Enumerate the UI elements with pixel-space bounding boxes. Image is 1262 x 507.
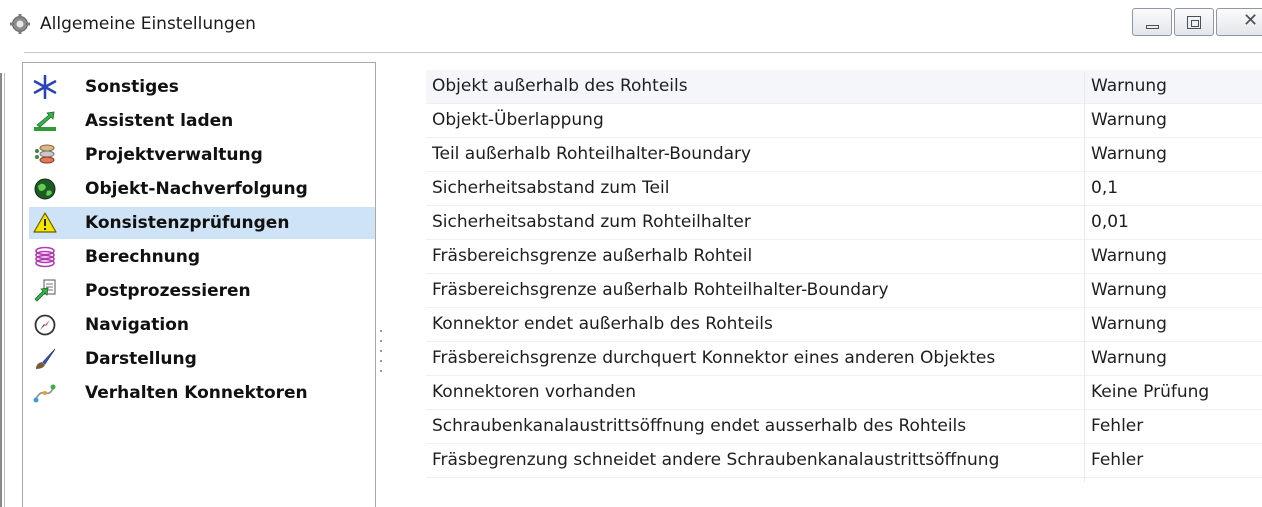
property-name: Sicherheitsabstand zum Teil: [432, 178, 670, 198]
sidebar-item-label: Verhalten Konnektoren: [85, 383, 308, 403]
property-name: Schraubenkanalaustrittsöffnung endet aus…: [432, 416, 967, 436]
property-value[interactable]: 0,1: [1091, 178, 1118, 198]
property-name: Fräsbereichsgrenze durchquert Konnektor …: [432, 348, 996, 368]
property-row[interactable]: Objekt außerhalb des Rohteils Warnung: [426, 70, 1262, 104]
sidebar-item-label: Berechnung: [85, 247, 201, 267]
property-row[interactable]: Konnektor endet außerhalb des Rohteils W…: [426, 308, 1262, 342]
sidebar-item-label: Darstellung: [85, 349, 197, 369]
property-value[interactable]: Warnung: [1091, 280, 1167, 300]
property-row[interactable]: Fräsbegrenzung schneidet andere Schraube…: [426, 444, 1262, 478]
sidebar-item-label: Postprozessieren: [85, 281, 251, 301]
minimize-icon: [1146, 25, 1159, 29]
connector-icon: [33, 384, 56, 403]
property-value[interactable]: Warnung: [1091, 144, 1167, 164]
sidebar-item-objekt-nachverfolgung[interactable]: Objekt-Nachverfolgung: [29, 173, 375, 205]
property-row[interactable]: Sicherheitsabstand zum Rohteilhalter 0,0…: [426, 206, 1262, 240]
sidebar-item-label: Objekt-Nachverfolgung: [85, 179, 308, 199]
property-name: Objekt außerhalb des Rohteils: [432, 76, 688, 96]
maximize-icon: [1187, 16, 1201, 29]
sidebar-item-konsistenzpruefungen[interactable]: Konsistenzprüfungen: [29, 207, 375, 239]
property-row[interactable]: Fräsbereichsgrenze außerhalb Rohteilhalt…: [426, 274, 1262, 308]
splitter-grip: [380, 360, 382, 362]
property-row[interactable]: Objekt-Überlappung Warnung: [426, 104, 1262, 138]
property-value[interactable]: 0,01: [1091, 212, 1129, 232]
splitter-grip: [380, 330, 382, 332]
splitter-grip: [380, 350, 382, 352]
sidebar-item-label: Konsistenzprüfungen: [85, 213, 290, 233]
warning-icon: [33, 212, 57, 233]
property-value[interactable]: Fehler: [1091, 450, 1143, 470]
category-sidebar: Sonstiges Assistent laden Projektverwalt…: [22, 62, 376, 507]
property-row[interactable]: Schraubenkanalaustrittsöffnung endet aus…: [426, 410, 1262, 444]
property-row[interactable]: Fräsbereichsgrenze durchquert Konnektor …: [426, 342, 1262, 376]
property-name: Fräsbegrenzung schneidet andere Schraube…: [432, 450, 1000, 470]
sidebar-item-label: Sonstiges: [85, 77, 179, 97]
sidebar-item-verhalten-konnektoren[interactable]: Verhalten Konnektoren: [29, 377, 375, 409]
property-name: Fräsbereichsgrenze außerhalb Rohteilhalt…: [432, 280, 889, 300]
property-value[interactable]: Warnung: [1091, 76, 1167, 96]
globe-icon: [34, 178, 56, 200]
window-edge: [4, 73, 5, 507]
window-edge: [0, 73, 2, 507]
window-title: Allgemeine Einstellungen: [40, 14, 256, 34]
splitter-grip: [380, 340, 382, 342]
brush-icon: [36, 348, 56, 369]
property-row[interactable]: Konnektoren vorhanden Keine Prüfung: [426, 376, 1262, 410]
property-value[interactable]: Warnung: [1091, 246, 1167, 266]
sidebar-item-label: Navigation: [85, 315, 189, 335]
property-value[interactable]: Fehler: [1091, 416, 1143, 436]
gear-icon: [10, 14, 30, 34]
stack-icon: [35, 144, 55, 164]
title-bar: Allgemeine Einstellungen ✕: [0, 0, 1262, 52]
property-row[interactable]: Sicherheitsabstand zum Teil 0,1: [426, 172, 1262, 206]
property-name: Objekt-Überlappung: [432, 110, 604, 130]
property-row[interactable]: Teil außerhalb Rohteilhalter-Boundary Wa…: [426, 138, 1262, 172]
minimize-button[interactable]: [1132, 8, 1172, 36]
property-row[interactable]: Fräsbereichsgrenze außerhalb Rohteil War…: [426, 240, 1262, 274]
sidebar-item-berechnung[interactable]: Berechnung: [29, 241, 375, 273]
compass-icon: [34, 314, 56, 336]
export-icon: [34, 279, 56, 302]
column-divider: [1084, 72, 1085, 482]
spiral-icon: [35, 246, 55, 268]
property-name: Konnektor endet außerhalb des Rohteils: [432, 314, 773, 334]
property-name: Fräsbereichsgrenze außerhalb Rohteil: [432, 246, 753, 266]
title-divider: [24, 52, 1262, 53]
property-name: Konnektoren vorhanden: [432, 382, 637, 402]
load-arrow-icon: [34, 111, 56, 131]
close-button[interactable]: ✕: [1216, 8, 1262, 36]
property-value[interactable]: Warnung: [1091, 110, 1167, 130]
property-name: Sicherheitsabstand zum Rohteilhalter: [432, 212, 751, 232]
splitter-grip: [380, 370, 382, 372]
property-value[interactable]: Warnung: [1091, 314, 1167, 334]
property-value[interactable]: Keine Prüfung: [1091, 382, 1209, 402]
sidebar-item-postprozessieren[interactable]: Postprozessieren: [29, 275, 375, 307]
sidebar-item-projektverwaltung[interactable]: Projektverwaltung: [29, 139, 375, 171]
property-name: Teil außerhalb Rohteilhalter-Boundary: [432, 144, 752, 164]
sidebar-item-label: Projektverwaltung: [85, 145, 263, 165]
property-value[interactable]: Warnung: [1091, 348, 1167, 368]
sidebar-item-darstellung[interactable]: Darstellung: [29, 343, 375, 375]
sidebar-item-navigation[interactable]: Navigation: [29, 309, 375, 341]
sidebar-item-label: Assistent laden: [85, 111, 234, 131]
sidebar-item-assistent-laden[interactable]: Assistent laden: [29, 105, 375, 137]
pane-splitter[interactable]: [378, 62, 384, 507]
sidebar-item-sonstiges[interactable]: Sonstiges: [29, 71, 375, 103]
asterisk-icon: [33, 75, 57, 99]
maximize-button[interactable]: [1174, 8, 1214, 36]
close-icon: ✕: [1243, 10, 1259, 31]
property-grid: Objekt außerhalb des Rohteils Warnung Ob…: [390, 62, 1262, 507]
